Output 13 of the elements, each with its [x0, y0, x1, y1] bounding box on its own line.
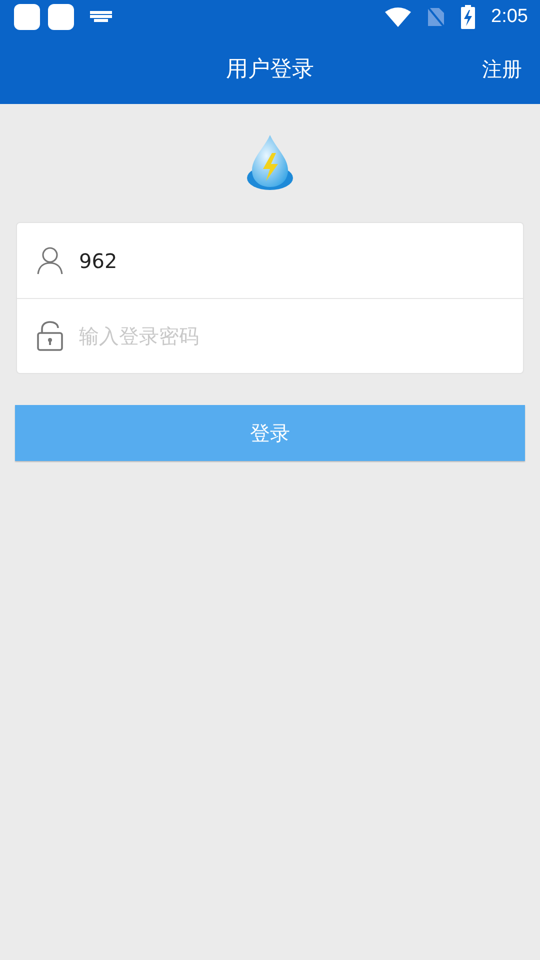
battery-icon: [461, 5, 476, 29]
page-title: 用户登录: [226, 56, 314, 84]
clock-time: 2:05: [491, 4, 528, 29]
register-link[interactable]: 注册: [482, 54, 522, 84]
wifi-icon: [385, 7, 412, 27]
keyboard-icon: [90, 11, 112, 23]
no-sim-icon: [427, 6, 446, 28]
notification-icon: [48, 4, 74, 30]
user-icon: [37, 246, 63, 274]
username-field[interactable]: 962: [79, 246, 503, 276]
lock-icon: [37, 321, 63, 351]
water-drop-logo-icon: [246, 134, 294, 192]
notification-icon: [14, 4, 40, 30]
